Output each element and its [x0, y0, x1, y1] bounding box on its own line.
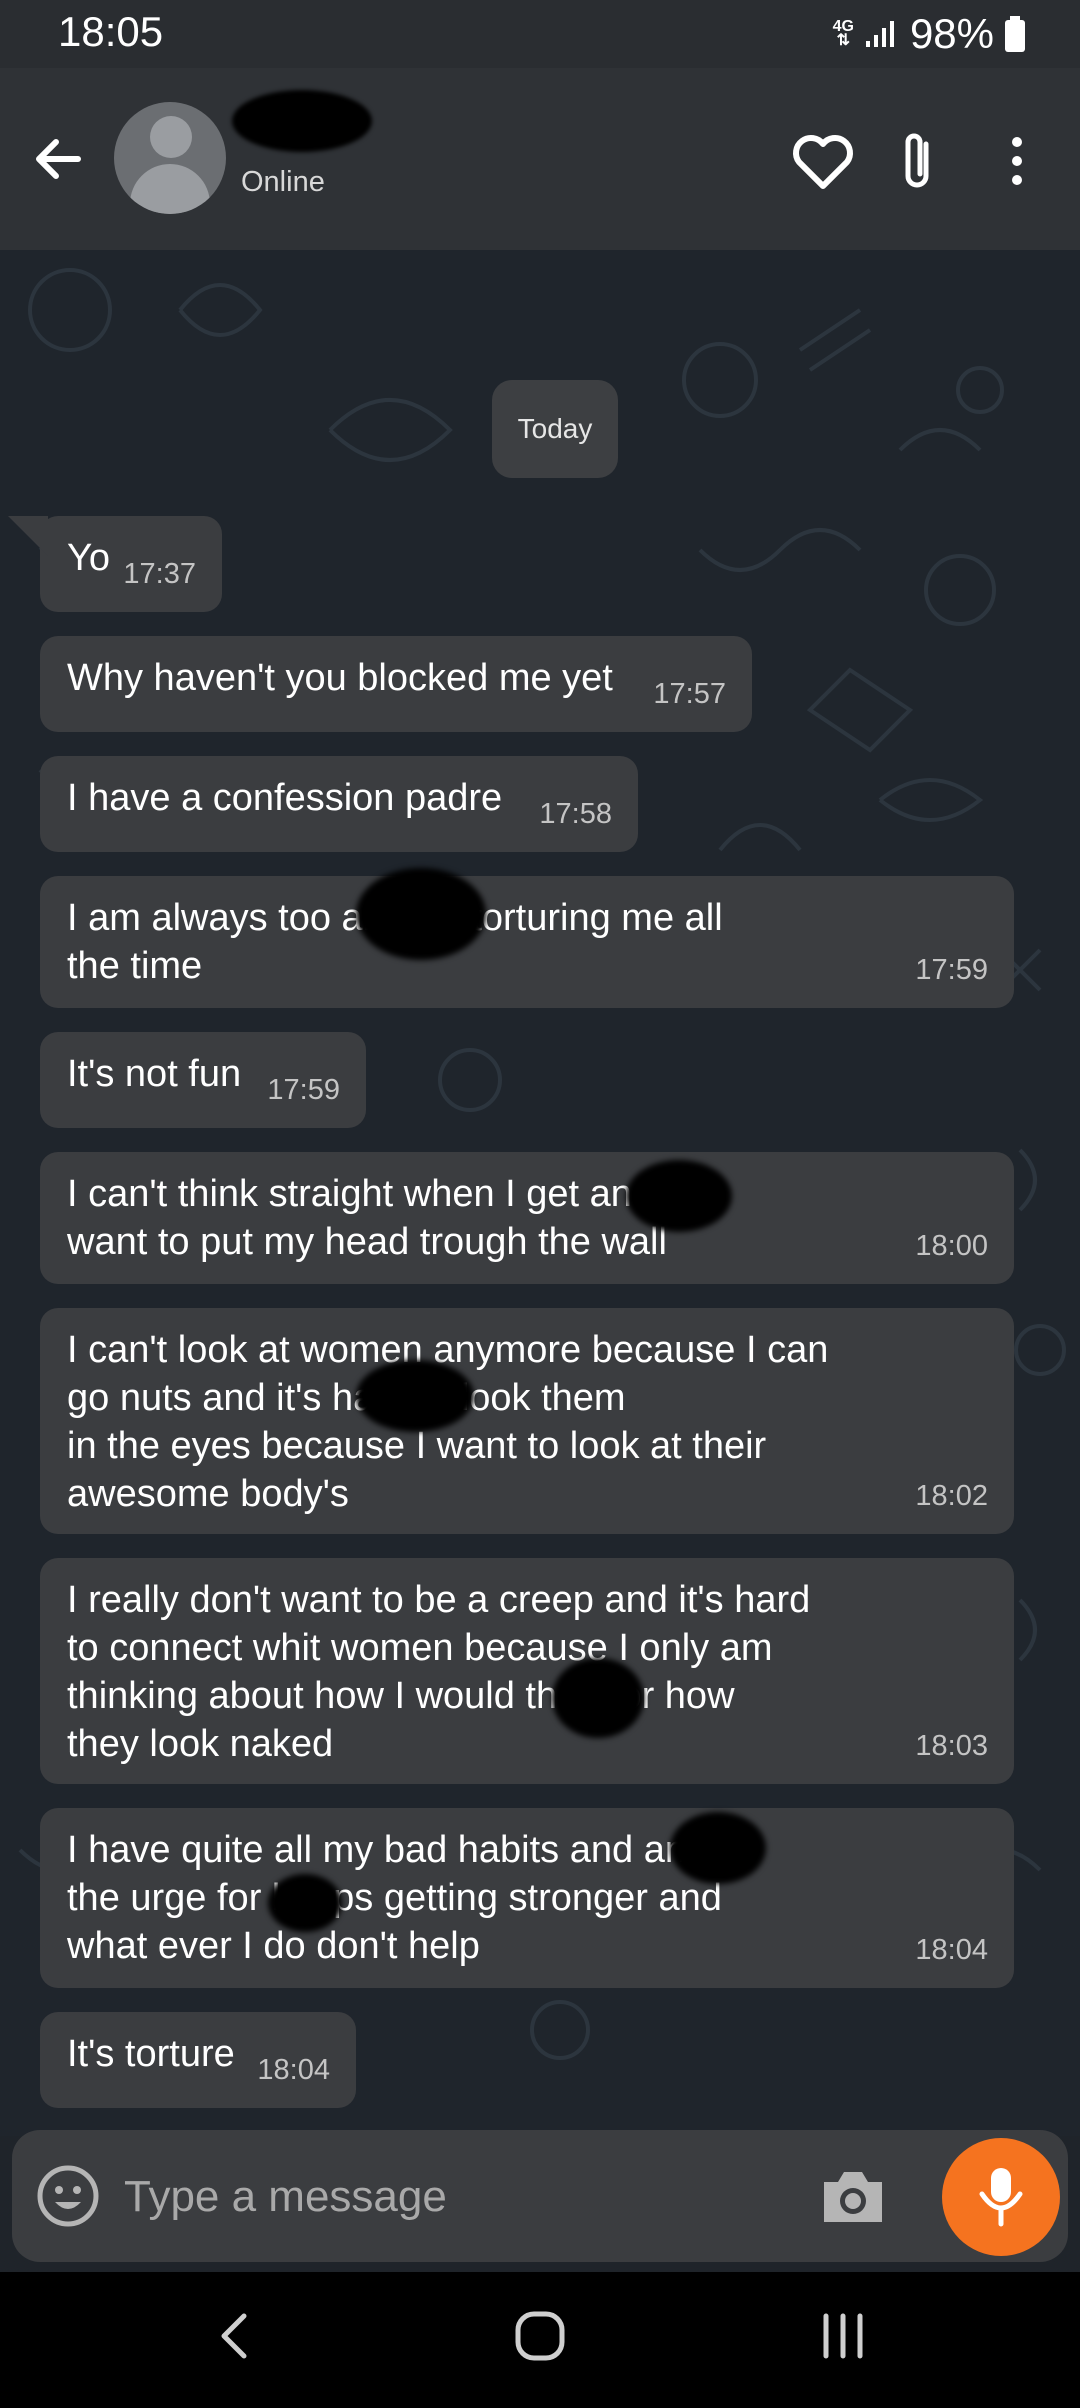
paperclip-icon[interactable]	[886, 126, 956, 196]
battery-percent: 98%	[909, 10, 994, 57]
message-bubble[interactable]: I have quite all my bad habits and and t…	[40, 1808, 1014, 1988]
message-bubble[interactable]: Yo 17:37	[8, 516, 222, 612]
nav-home-icon[interactable]	[512, 2308, 568, 2364]
status-bar: 18:05 4G ⇅ 98%	[0, 0, 1080, 68]
message-bubble[interactable]: It's not fun 17:59	[40, 1032, 366, 1128]
message-time: 17:59	[915, 954, 988, 986]
status-time: 18:05	[58, 8, 164, 55]
message-input[interactable]: Type a message	[124, 2172, 447, 2222]
message-bubble[interactable]: Why haven't you blocked me yet 17:57	[40, 636, 752, 732]
mic-icon	[979, 2168, 1023, 2227]
bubble-tail	[8, 516, 48, 556]
message-text: I am always too and it's torturing me al…	[67, 897, 723, 987]
mic-button[interactable]	[942, 2138, 1060, 2256]
redaction-mark	[670, 1812, 766, 1884]
heart-icon[interactable]	[788, 126, 858, 196]
back-arrow-icon[interactable]	[28, 128, 90, 190]
message-composer[interactable]: Type a message	[12, 2130, 1068, 2262]
message-time: 18:03	[915, 1730, 988, 1762]
redacted-contact-name	[232, 90, 372, 152]
message-text: I can't think straight when I get and i …	[67, 1173, 672, 1263]
message-bubble[interactable]: I can't look at women anymore because I …	[40, 1308, 1014, 1534]
message-time: 17:37	[123, 558, 196, 590]
nav-back-icon[interactable]	[214, 2306, 254, 2366]
message-text: I really don't want to be a creep and it…	[67, 1579, 811, 1765]
avatar[interactable]	[114, 102, 226, 214]
message-bubble[interactable]: I have a confession padre 17:58	[40, 756, 638, 852]
camera-icon[interactable]	[818, 2166, 888, 2228]
date-divider: Today	[492, 380, 618, 478]
nav-recents-icon[interactable]	[818, 2310, 868, 2362]
message-time: 18:04	[915, 1934, 988, 1966]
redaction-mark	[626, 1160, 732, 1232]
message-time: 17:59	[267, 1074, 340, 1106]
redaction-mark	[552, 1658, 644, 1738]
chat-area[interactable]: Today Yo 17:37 Why haven't you blocked m…	[0, 250, 1080, 2136]
contact-status: Online	[241, 166, 325, 198]
redaction-mark	[268, 1874, 342, 1932]
message-text: I have quite all my bad habits and and t…	[67, 1829, 722, 1967]
message-text: Why haven't you blocked me yet	[67, 657, 613, 699]
emoji-icon[interactable]	[36, 2164, 100, 2228]
message-bubble[interactable]: I really don't want to be a creep and it…	[40, 1558, 1014, 1784]
more-vert-icon[interactable]	[982, 126, 1052, 196]
status-indicators: 4G ⇅ 98%	[833, 10, 1026, 58]
message-text: I have a confession padre	[67, 777, 503, 819]
redaction-mark	[356, 1360, 474, 1432]
message-bubble[interactable]: I can't think straight when I get and i …	[40, 1152, 1014, 1284]
signal-icon	[865, 21, 894, 47]
message-time: 18:04	[257, 2054, 330, 2086]
message-text: I can't look at women anymore because I …	[67, 1329, 829, 1515]
chat-header: Online	[0, 68, 1080, 250]
network-type: 4G ⇅	[832, 18, 854, 49]
redaction-mark	[356, 868, 486, 960]
message-time: 18:00	[915, 1230, 988, 1262]
message-bubble[interactable]: It's torture 18:04	[40, 2012, 356, 2108]
message-time: 18:02	[915, 1480, 988, 1512]
battery-icon	[1005, 16, 1025, 52]
message-bubble[interactable]: I am always too and it's torturing me al…	[40, 868, 1014, 1008]
message-time: 17:57	[653, 678, 726, 710]
message-time: 17:58	[539, 798, 612, 830]
system-nav-bar	[0, 2272, 1080, 2408]
